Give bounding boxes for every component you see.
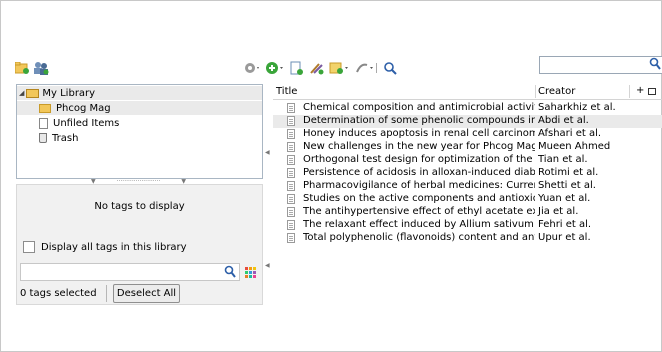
document-icon <box>287 220 295 230</box>
document-icon <box>287 194 295 204</box>
item-creator: Yuan et al. <box>538 193 591 204</box>
column-divider[interactable] <box>629 85 630 98</box>
tag-colors-icon[interactable] <box>245 267 256 278</box>
column-header-plus[interactable]: + <box>636 85 644 96</box>
unfiled-items-icon <box>39 117 48 129</box>
table-row[interactable]: The relaxant effect induced by Allium sa… <box>273 219 662 232</box>
item-title: Determination of some phenolic compounds… <box>303 115 535 126</box>
document-icon <box>287 129 295 139</box>
collection-label: My Library <box>42 87 96 99</box>
document-icon <box>287 233 295 243</box>
item-creator: Jia et al. <box>538 206 579 217</box>
item-title: Studies on the active components and ant… <box>303 193 535 204</box>
column-divider[interactable] <box>535 85 536 98</box>
item-title: Total polyphenolic (flavonoids) content … <box>303 232 535 243</box>
item-title: The antihypertensive effect of ethyl ace… <box>303 206 535 217</box>
search-field[interactable] <box>539 56 662 74</box>
tag-filter-input[interactable] <box>23 265 217 281</box>
document-icon <box>287 116 295 126</box>
collection-trash[interactable]: Trash <box>17 131 78 145</box>
tag-search-icon[interactable] <box>224 265 236 282</box>
tag-selector: No tags to display Display all tags in t… <box>16 184 263 305</box>
display-all-tags-label: Display all tags in this library <box>41 241 187 253</box>
item-title: Chemical composition and antimicrobial a… <box>303 102 535 113</box>
item-creator: Abdi et al. <box>538 115 589 126</box>
table-row[interactable]: Honey induces apoptosis in renal cell ca… <box>273 128 662 141</box>
new-note-icon[interactable] <box>329 60 351 76</box>
display-all-tags-option[interactable]: Display all tags in this library <box>23 241 187 253</box>
item-title: Pharmacovigilance of herbal medicines: C… <box>303 180 535 191</box>
document-icon <box>287 168 295 178</box>
collection-label: Phcog Mag <box>56 102 111 114</box>
new-item-icon[interactable] <box>265 60 285 76</box>
item-creator: Tian et al. <box>538 154 588 165</box>
column-header-creator[interactable]: Creator <box>538 86 575 97</box>
tags-selected-count: 0 tags selected <box>20 288 97 299</box>
document-icon <box>287 142 295 152</box>
column-header-title[interactable]: Title <box>276 86 297 97</box>
item-creator: Upur et al. <box>538 232 591 243</box>
advanced-search-icon[interactable] <box>383 60 397 76</box>
display-all-tags-checkbox[interactable] <box>23 241 35 253</box>
new-collection-icon[interactable] <box>15 60 29 76</box>
document-icon <box>287 181 295 191</box>
collections-tree: ◢ My Library Phcog Mag Unfiled Items Tra… <box>16 84 263 179</box>
item-title: Orthogonal test design for optimization … <box>303 154 535 165</box>
table-row[interactable]: New challenges in the new year for Phcog… <box>273 141 662 154</box>
new-item-by-identifier-icon[interactable] <box>289 60 303 76</box>
library-icon <box>26 88 40 98</box>
collection-my-library[interactable]: ◢ My Library <box>17 86 262 100</box>
items-header: Title Creator + <box>273 84 662 100</box>
toolbar <box>15 54 662 82</box>
no-tags-message: No tags to display <box>94 201 185 212</box>
table-row[interactable]: Orthogonal test design for optimization … <box>273 154 662 167</box>
item-creator: Afshari et al. <box>538 128 602 139</box>
collection-unfiled-items[interactable]: Unfiled Items <box>17 116 119 130</box>
table-row[interactable]: The antihypertensive effect of ethyl ace… <box>273 206 662 219</box>
deselect-all-button[interactable]: Deselect All <box>113 284 180 303</box>
items-pane: Title Creator + Chemical composition and… <box>273 84 662 303</box>
splitter-left-arrow-icon: ◀ <box>265 149 270 156</box>
tag-filter-field[interactable] <box>20 263 240 281</box>
item-creator: Saharkhiz et al. <box>538 102 616 113</box>
table-row[interactable]: Total polyphenolic (flavonoids) content … <box>273 232 662 245</box>
document-icon <box>287 155 295 165</box>
item-title: New challenges in the new year for Phcog… <box>303 141 535 152</box>
document-icon <box>287 103 295 113</box>
table-row[interactable]: Chemical composition and antimicrobial a… <box>273 102 662 115</box>
actions-gear-icon[interactable] <box>243 60 261 76</box>
item-creator: Rotimi et al. <box>538 167 599 178</box>
item-creator: Mueen Ahmed <box>538 141 611 152</box>
collection-label: Trash <box>52 132 79 144</box>
item-title: Persistence of acidosis in alloxan-induc… <box>303 167 535 178</box>
item-title: Honey induces apoptosis in renal cell ca… <box>303 128 535 139</box>
new-group-icon[interactable] <box>33 60 49 76</box>
item-creator: Shetti et al. <box>538 180 596 191</box>
collection-label: Unfiled Items <box>53 117 120 129</box>
expand-triangle-icon[interactable]: ◢ <box>19 89 24 97</box>
table-row[interactable]: Studies on the active components and ant… <box>273 193 662 206</box>
column-picker-icon[interactable] <box>648 88 656 95</box>
vertical-splitter[interactable]: ◀ ◀ <box>263 84 272 303</box>
item-title: The relaxant effect induced by Allium sa… <box>303 219 535 230</box>
zotero-window: ◢ My Library Phcog Mag Unfiled Items Tra… <box>0 0 662 352</box>
attach-link-icon[interactable] <box>355 60 377 76</box>
folder-icon <box>39 103 51 113</box>
table-row[interactable]: Persistence of acidosis in alloxan-induc… <box>273 167 662 180</box>
add-attachment-icon[interactable] <box>309 60 325 76</box>
splitter-left-arrow-icon: ◀ <box>265 262 270 269</box>
item-creator: Fehri et al. <box>538 219 592 230</box>
trash-icon <box>39 133 47 143</box>
table-row[interactable]: Determination of some phenolic compounds… <box>273 115 662 128</box>
search-input[interactable] <box>542 58 646 74</box>
collection-phcog-mag[interactable]: Phcog Mag <box>17 101 262 115</box>
table-row[interactable]: Pharmacovigilance of herbal medicines: C… <box>273 180 662 193</box>
document-icon <box>287 207 295 217</box>
left-pane: ◢ My Library Phcog Mag Unfiled Items Tra… <box>16 84 263 305</box>
search-icon[interactable] <box>649 57 661 74</box>
tag-divider <box>106 285 107 302</box>
